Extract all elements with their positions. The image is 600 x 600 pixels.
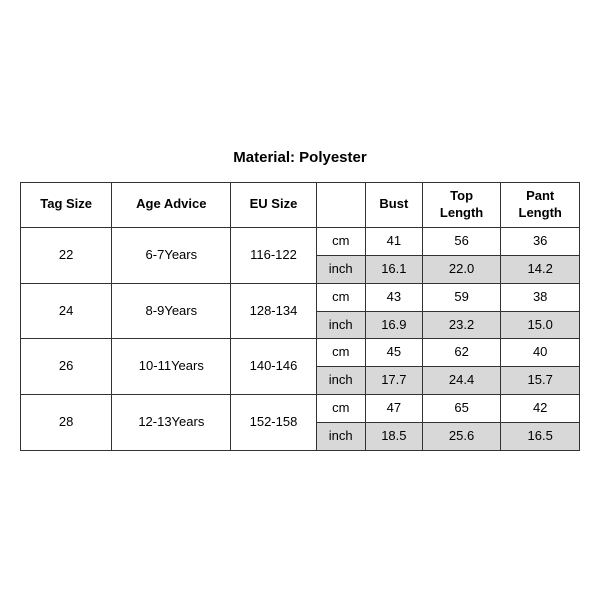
page-title: Material: Polyester (20, 149, 580, 166)
table-row: 28 12-13Years 152-158 cm 47 65 42 (21, 395, 580, 423)
header-bust: Bust (365, 183, 422, 228)
top-length-cm-cell: 62 (422, 339, 501, 367)
bust-inch-cell: 16.1 (365, 255, 422, 283)
top-length-inch-cell: 24.4 (422, 367, 501, 395)
bust-cm-cell: 47 (365, 395, 422, 423)
top-length-cm-cell: 65 (422, 395, 501, 423)
pant-length-cm-cell: 42 (501, 395, 580, 423)
top-length-inch-cell: 25.6 (422, 423, 501, 451)
unit-inch-cell: inch (316, 423, 365, 451)
age-advice-cell: 10-11Years (112, 339, 231, 395)
table-row: 26 10-11Years 140-146 cm 45 62 40 (21, 339, 580, 367)
unit-cm-cell: cm (316, 339, 365, 367)
bust-inch-cell: 18.5 (365, 423, 422, 451)
header-age-advice: Age Advice (112, 183, 231, 228)
eu-size-cell: 128-134 (231, 283, 316, 339)
header-pant-length: PantLength (501, 183, 580, 228)
age-advice-cell: 8-9Years (112, 283, 231, 339)
unit-cm-cell: cm (316, 227, 365, 255)
bust-cm-cell: 43 (365, 283, 422, 311)
pant-length-inch-cell: 15.0 (501, 311, 580, 339)
age-advice-cell: 6-7Years (112, 227, 231, 283)
top-length-cm-cell: 59 (422, 283, 501, 311)
header-top-length: TopLength (422, 183, 501, 228)
header-unit (316, 183, 365, 228)
main-container: Material: Polyester Tag Size Age Advice … (20, 139, 580, 461)
bust-cm-cell: 45 (365, 339, 422, 367)
tag-size-cell: 28 (21, 395, 112, 451)
table-row: 24 8-9Years 128-134 cm 43 59 38 (21, 283, 580, 311)
pant-length-cm-cell: 40 (501, 339, 580, 367)
pant-length-inch-cell: 16.5 (501, 423, 580, 451)
unit-inch-cell: inch (316, 311, 365, 339)
eu-size-cell: 116-122 (231, 227, 316, 283)
header-tag-size: Tag Size (21, 183, 112, 228)
top-length-cm-cell: 56 (422, 227, 501, 255)
top-length-inch-cell: 22.0 (422, 255, 501, 283)
bust-inch-cell: 16.9 (365, 311, 422, 339)
tag-size-cell: 26 (21, 339, 112, 395)
header-eu-size: EU Size (231, 183, 316, 228)
pant-length-inch-cell: 14.2 (501, 255, 580, 283)
unit-inch-cell: inch (316, 367, 365, 395)
bust-inch-cell: 17.7 (365, 367, 422, 395)
unit-inch-cell: inch (316, 255, 365, 283)
age-advice-cell: 12-13Years (112, 395, 231, 451)
bust-cm-cell: 41 (365, 227, 422, 255)
tag-size-cell: 22 (21, 227, 112, 283)
table-row: 22 6-7Years 116-122 cm 41 56 36 (21, 227, 580, 255)
size-table: Tag Size Age Advice EU Size Bust TopLeng… (20, 182, 580, 451)
pant-length-inch-cell: 15.7 (501, 367, 580, 395)
top-length-inch-cell: 23.2 (422, 311, 501, 339)
eu-size-cell: 152-158 (231, 395, 316, 451)
pant-length-cm-cell: 36 (501, 227, 580, 255)
pant-length-cm-cell: 38 (501, 283, 580, 311)
tag-size-cell: 24 (21, 283, 112, 339)
eu-size-cell: 140-146 (231, 339, 316, 395)
unit-cm-cell: cm (316, 283, 365, 311)
unit-cm-cell: cm (316, 395, 365, 423)
